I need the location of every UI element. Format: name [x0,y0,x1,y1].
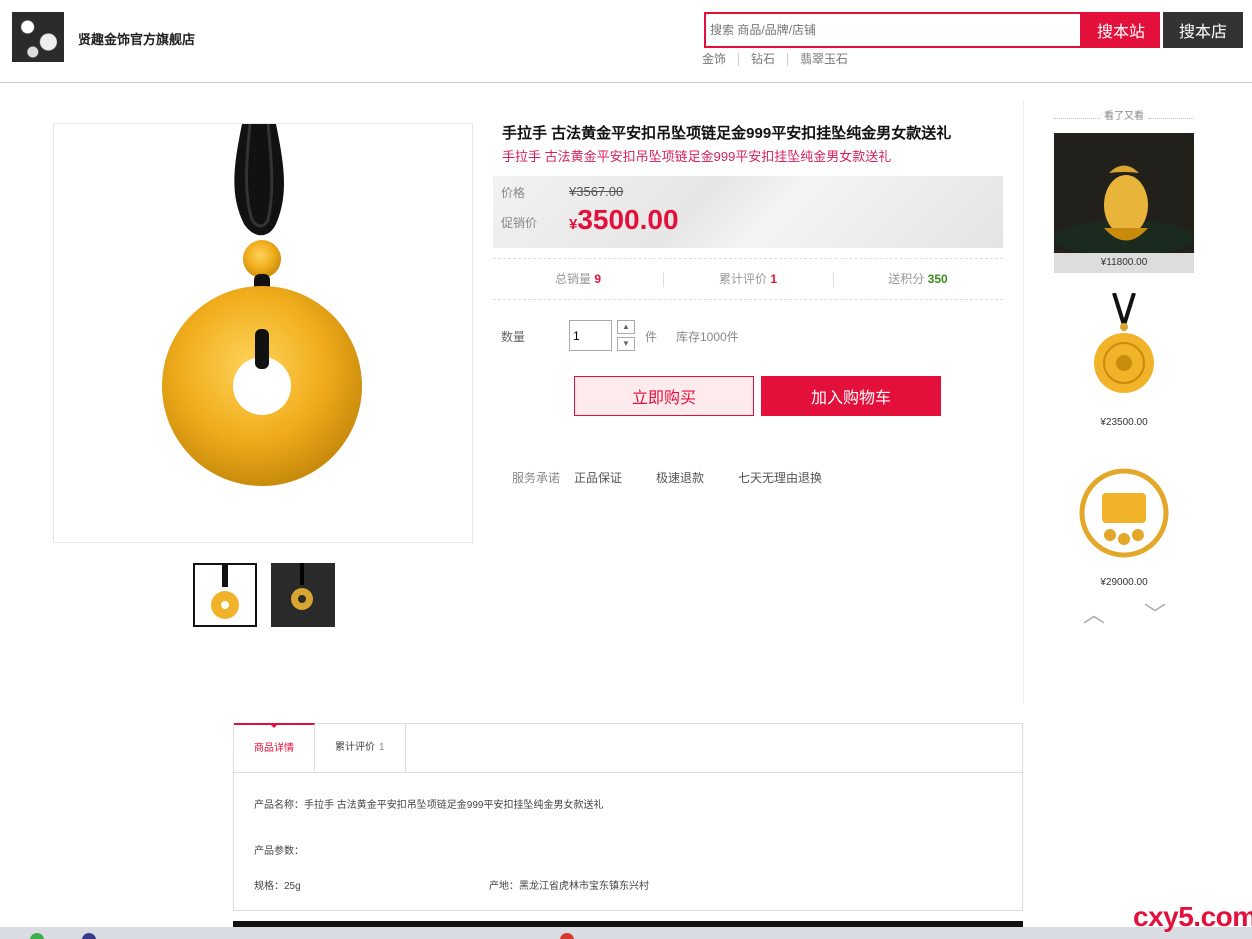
points-label: 送积分 [888,272,925,286]
detail-origin-row: 产地：黑龙江省虎林市宝东镇东兴村 [489,877,649,892]
recommended-price-3: ¥29000.00 [1100,577,1148,588]
detail-params-label: 产品参数： [254,846,304,857]
stock-count: 库存1000件 [676,330,739,344]
coin-pendant-icon [1094,292,1154,393]
thumbnail-pendant-icon [211,565,239,619]
search-input[interactable] [710,18,1076,42]
recommended-price-2: ¥23500.00 [1100,417,1148,428]
total-reviews[interactable]: 累计评价 1 [663,259,833,299]
chevron-down-icon[interactable]: ﹀ [1140,604,1170,626]
reviews-value: 1 [770,272,778,286]
search-site-button[interactable]: 搜本站 [1082,12,1160,48]
service-promises: 服务承诺 正品保证 极速退款 七天无理由退换 [512,469,856,486]
site-watermark: cxy5.com [1133,901,1252,932]
hot-link-jade[interactable]: 翡翠玉石 [787,53,860,66]
tab-product-details[interactable]: 商品详情 [234,723,315,771]
search-store-button[interactable]: 搜本店 [1163,12,1243,48]
service-genuine: 正品保证 [574,471,623,485]
detail-origin-value: 黑龙江省虎林市宝东镇东兴村 [519,881,649,892]
quantity-decrease-button[interactable]: ▼ [617,337,635,351]
price-label: 价格 [501,186,526,200]
promo-price: ¥3500.00 [569,204,679,236]
detail-spec-label: 规格： [254,881,284,892]
also-viewed-heading: 看了又看 [1054,107,1194,122]
search-box [704,12,1082,48]
fish-pendant-icon [1054,133,1194,256]
product-stats: 总销量 9 累计评价 1 送积分 350 [493,258,1003,300]
sales-label: 总销量 [554,272,591,286]
os-taskbar [0,927,1252,939]
recommended-item-3[interactable]: ¥29000.00 [1054,453,1194,593]
store-logo[interactable] [12,12,64,62]
tab-reviews-count: 1 [379,742,385,753]
quantity-input[interactable] [569,320,612,351]
product-detail-panel: 产品名称：手拉手 古法黄金平安扣吊坠项链足金999平安扣挂坠纯金男女款送礼 产品… [233,773,1023,911]
recommended-price-1: ¥11800.00 [1054,253,1194,273]
tab-details-label: 商品详情 [254,743,294,754]
quantity-increase-button[interactable]: ▲ [617,320,635,334]
product-subtitle: 手拉手 古法黄金平安扣吊坠项链足金999平安扣挂坠纯金男女款送礼 [502,149,892,164]
detail-origin-label: 产地： [489,881,519,892]
recommended-item-2[interactable]: ¥23500.00 [1054,292,1194,433]
add-to-cart-button[interactable]: 加入购物车 [761,376,941,416]
page-header: 贤趣金饰官方旗舰店 搜本站 搜本店 金饰 钻石 翡翠玉石 [0,0,1252,83]
service-7day-return: 七天无理由退换 [738,471,823,485]
hot-link-gold[interactable]: 金饰 [702,53,738,66]
recommended-image-1 [1054,133,1194,256]
chevron-up-icon[interactable]: ︿ [1079,604,1109,626]
thumbnail-pendant-dark-icon [271,563,335,627]
recommended-item-1[interactable]: ¥11800.00 [1054,133,1194,273]
thumbnail-2[interactable] [271,563,335,627]
tab-reviews[interactable]: 累计评价 1 [315,724,406,772]
detail-params-row: 产品参数： [254,842,304,857]
longevity-lock-icon [1079,468,1169,558]
recommended-image-3 [1054,453,1194,573]
reviews-label: 累计评价 [718,272,767,286]
store-name[interactable]: 贤趣金饰官方旗舰店 [78,29,195,48]
points-value: 350 [927,272,948,286]
product-title: 手拉手 古法黄金平安扣吊坠项链足金999平安扣挂坠纯金男女款送礼 [502,125,952,142]
quantity-label: 数量 [501,330,526,344]
bonus-points: 送积分 350 [833,259,1003,299]
pendant-image [162,123,362,486]
total-sales: 总销量 9 [493,259,663,299]
service-label: 服务承诺 [512,471,561,485]
service-fast-refund: 极速退款 [656,471,705,485]
detail-tabs: 商品详情 累计评价 1 [233,723,1023,773]
sales-value: 9 [594,272,602,286]
detail-name-label: 产品名称： [254,800,304,811]
original-price: ¥3567.00 [569,184,624,199]
detail-name-value: 手拉手 古法黄金平安扣吊坠项链足金999平安扣挂坠纯金男女款送礼 [304,800,604,811]
detail-spec-value: 25g [284,881,301,892]
hot-search-links: 金饰 钻石 翡翠玉石 [702,53,860,66]
price-box: 价格 ¥3567.00 促销价 ¥3500.00 [493,176,1003,248]
column-divider [1023,100,1024,704]
tab-reviews-label: 累计评价 [335,742,375,753]
quantity-unit: 件 [645,330,658,344]
main-product-image[interactable] [53,123,473,543]
buy-now-button[interactable]: 立即购买 [574,376,754,416]
detail-spec-row: 规格：25g [254,877,301,892]
promo-price-label: 促销价 [501,216,538,230]
hot-link-diamond[interactable]: 钻石 [738,53,787,66]
thumbnail-1[interactable] [193,563,257,627]
recommended-image-2 [1054,292,1194,413]
promo-price-value: 3500.00 [577,204,679,235]
detail-name-row: 产品名称：手拉手 古法黄金平安扣吊坠项链足金999平安扣挂坠纯金男女款送礼 [254,796,603,811]
